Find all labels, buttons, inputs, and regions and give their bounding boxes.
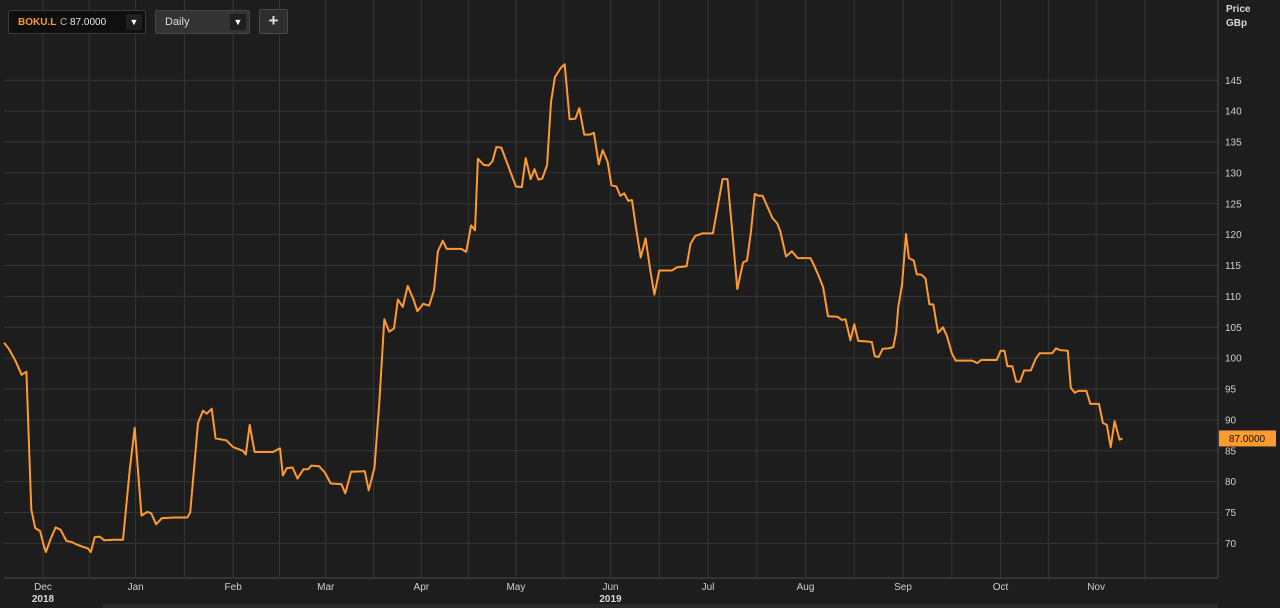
y-tick-label: 120 bbox=[1225, 230, 1242, 241]
time-scroll-track bbox=[103, 604, 1218, 608]
chart-window: 70 75 80 85 90 95 100 105 110 115 120 125 130 135 140 1… bbox=[0, 0, 1280, 608]
y-tick-label: 100 bbox=[1225, 354, 1242, 365]
y-tick-label: 110 bbox=[1225, 292, 1241, 303]
y-axis-labels: 70 75 80 85 90 95 100 105 110 115 120 125 130 135 140 1… bbox=[1225, 76, 1242, 550]
y-tick-label: 70 bbox=[1225, 539, 1237, 550]
chart-grid bbox=[4, 0, 1219, 579]
last-value-label: 87.0000 bbox=[1229, 434, 1266, 445]
x-tick-label: May bbox=[506, 582, 525, 593]
x-year-label: 2018 bbox=[32, 594, 55, 605]
interval-label: Daily bbox=[165, 16, 190, 28]
x-tick-label: Nov bbox=[1087, 582, 1105, 593]
x-tick-label: Dec bbox=[34, 582, 52, 593]
y-axis-title: Price GBp bbox=[1226, 3, 1250, 31]
y-tick-label: 95 bbox=[1225, 385, 1237, 396]
x-axis: Dec Jan Feb Mar Apr May Jun Jul Aug Sep Oct Nov 2018… bbox=[32, 582, 1218, 608]
y-tick-label: 85 bbox=[1225, 446, 1237, 457]
y-tick-label: 115 bbox=[1225, 261, 1241, 272]
chevron-down-icon[interactable]: ▼ bbox=[230, 14, 246, 30]
y-tick-label: 80 bbox=[1225, 477, 1237, 488]
y-tick-label: 130 bbox=[1225, 168, 1242, 179]
price-chart[interactable]: 70 75 80 85 90 95 100 105 110 115 120 125 130 135 140 1… bbox=[0, 0, 1280, 608]
symbol-selector[interactable]: BOKU.L C 87.0000 ▼ bbox=[8, 10, 146, 34]
close-prefix-label: C bbox=[60, 17, 68, 28]
x-tick-label: Oct bbox=[993, 582, 1009, 593]
last-value-marker: 87.0000 bbox=[1219, 430, 1276, 447]
x-tick-label: Aug bbox=[797, 582, 815, 593]
y-tick-label: 145 bbox=[1225, 76, 1242, 87]
x-year-label: 2019 bbox=[599, 594, 622, 605]
x-tick-label: Mar bbox=[317, 582, 335, 593]
interval-selector[interactable]: Daily ▼ bbox=[155, 10, 250, 34]
chevron-down-icon[interactable]: ▼ bbox=[126, 14, 142, 30]
y-tick-label: 105 bbox=[1225, 323, 1242, 334]
x-tick-label: Sep bbox=[894, 582, 912, 593]
y-tick-label: 90 bbox=[1225, 415, 1237, 426]
y-tick-label: 140 bbox=[1225, 107, 1242, 118]
y-tick-label: 75 bbox=[1225, 508, 1237, 519]
x-tick-label: Apr bbox=[414, 582, 430, 593]
x-tick-label: Jan bbox=[128, 582, 144, 593]
close-value-label: 87.0000 bbox=[70, 17, 107, 28]
y-axis-title-unit: GBp bbox=[1226, 18, 1248, 29]
y-tick-label: 125 bbox=[1225, 199, 1242, 210]
x-tick-label: Feb bbox=[225, 582, 243, 593]
add-study-button[interactable]: + bbox=[259, 9, 288, 34]
x-tick-label: Jun bbox=[602, 582, 618, 593]
y-tick-label: 135 bbox=[1225, 138, 1242, 149]
symbol-label: BOKU.L bbox=[18, 17, 57, 28]
chart-toolbar: BOKU.L C 87.0000 ▼ Daily ▼ + bbox=[0, 0, 1218, 40]
y-axis-title-price: Price bbox=[1226, 4, 1251, 15]
x-tick-label: Jul bbox=[702, 582, 715, 593]
